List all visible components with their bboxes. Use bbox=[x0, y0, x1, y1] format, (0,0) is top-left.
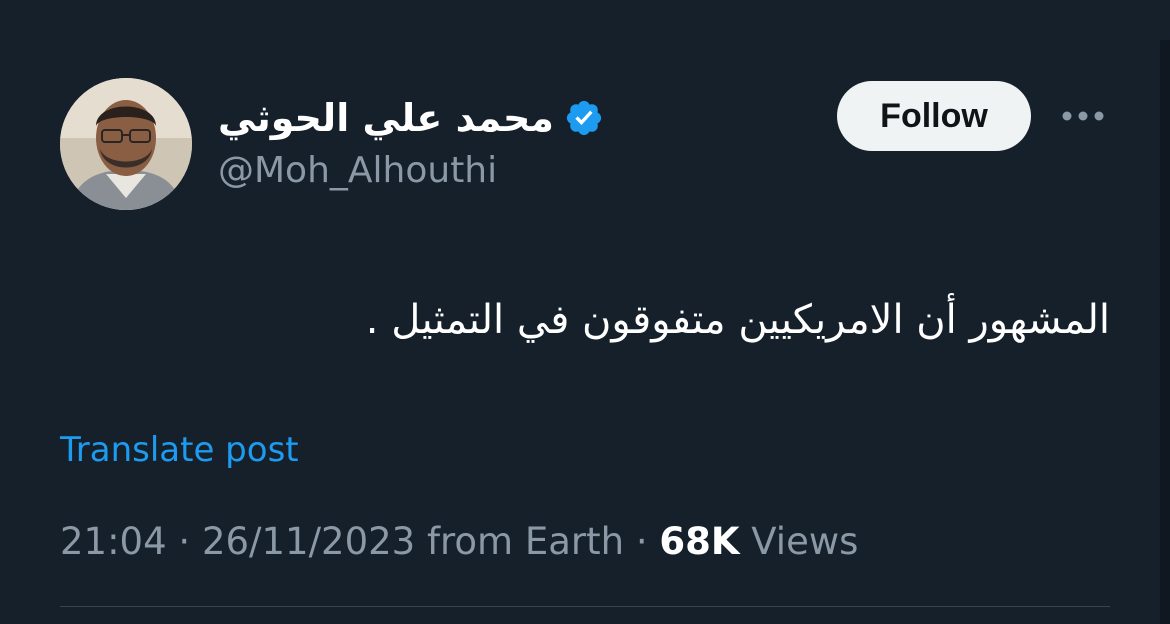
follow-button[interactable]: Follow bbox=[837, 81, 1031, 151]
tweet-text: المشهور أن الامريكيين متفوقون في التمثيل… bbox=[365, 297, 1110, 343]
display-name[interactable]: محمد علي الحوثي bbox=[218, 96, 554, 140]
verified-badge-icon bbox=[566, 100, 602, 136]
name-row: محمد علي الحوثي bbox=[218, 92, 604, 144]
tweet-source: from Earth bbox=[426, 520, 625, 563]
more-options-button[interactable] bbox=[1058, 96, 1108, 136]
avatar[interactable] bbox=[60, 78, 192, 210]
more-dots-icon bbox=[1062, 111, 1104, 121]
views-count[interactable]: 68K bbox=[659, 520, 739, 563]
tweet-meta: 21:04 · 26/11/2023 from Earth · 68K View… bbox=[60, 520, 858, 563]
meta-separator: · bbox=[635, 520, 648, 563]
meta-separator: · bbox=[178, 520, 191, 563]
scrollbar[interactable] bbox=[1160, 40, 1170, 624]
avatar-photo bbox=[60, 78, 192, 210]
divider bbox=[60, 606, 1110, 607]
translate-post-link[interactable]: Translate post bbox=[60, 430, 299, 470]
views-label[interactable]: Views bbox=[751, 520, 858, 563]
tweet-time[interactable]: 21:04 bbox=[60, 520, 167, 563]
tweet-date[interactable]: 26/11/2023 bbox=[202, 520, 415, 563]
tweet-header: محمد علي الحوثي @Moh_Alhouthi Follow bbox=[60, 78, 1110, 218]
user-handle[interactable]: @Moh_Alhouthi bbox=[218, 150, 497, 191]
